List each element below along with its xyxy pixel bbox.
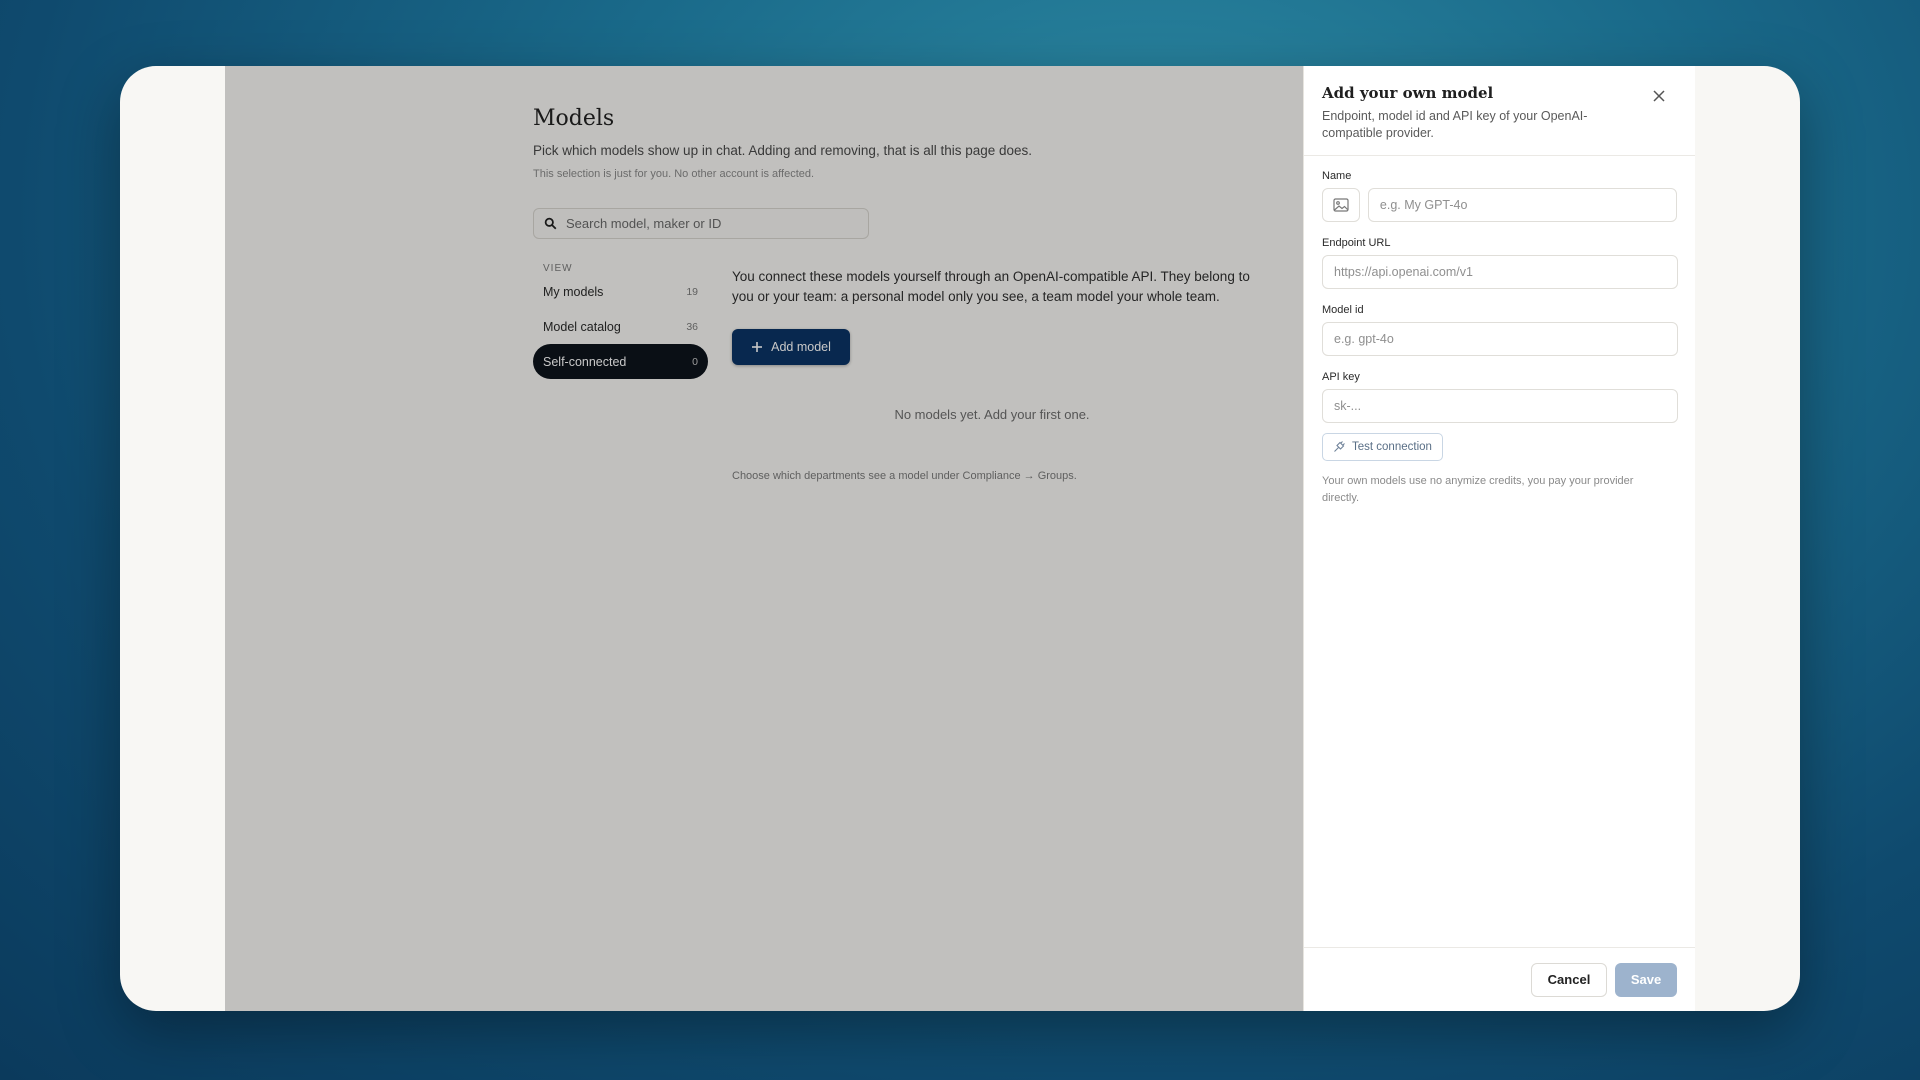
credit-note: Your own models use no anymize credits, …: [1322, 475, 1634, 504]
panel-title: Add your own model: [1322, 84, 1494, 102]
models-body: VIEW My models 19 Model catalog 36 Self-…: [533, 259, 1253, 482]
panel-subtitle: Endpoint, model id and API key of your O…: [1322, 109, 1588, 140]
image-upload-button[interactable]: [1322, 188, 1360, 222]
name-row: [1322, 188, 1677, 222]
sidebar-item-label: Model catalog: [543, 319, 621, 334]
add-model-panel: Add your own model Endpoint, model id an…: [1303, 66, 1695, 1011]
model-id-label: Model id: [1322, 304, 1364, 316]
endpoint-label: Endpoint URL: [1322, 237, 1391, 249]
add-model-label: Add model: [771, 340, 831, 354]
search-icon: [544, 217, 557, 230]
empty-state-text: No models yet. Add your first one.: [894, 407, 1090, 422]
panel-footer: Cancel Save: [1304, 947, 1695, 1011]
sidebar-item-count: 19: [686, 285, 698, 298]
sidebar-item-self-connected[interactable]: Self-connected 0: [533, 344, 708, 379]
sidebar-item-count: 0: [692, 355, 698, 368]
panel-header: Add your own model Endpoint, model id an…: [1304, 66, 1695, 156]
name-label: Name: [1322, 170, 1352, 182]
self-connected-content: You connect these models yourself throug…: [732, 259, 1252, 482]
api-key-label: API key: [1322, 371, 1360, 383]
test-connection-button[interactable]: Test connection: [1322, 433, 1443, 461]
page-subtitle: Pick which models show up in chat. Addin…: [533, 143, 1033, 158]
sidebar-item-model-catalog[interactable]: Model catalog 36: [533, 309, 708, 344]
search-input[interactable]: [566, 216, 856, 231]
content-description: You connect these models yourself throug…: [732, 269, 1250, 304]
add-model-form: Name Endpoint URL Model id API key Te: [1304, 170, 1695, 507]
name-input[interactable]: [1367, 188, 1677, 222]
close-icon[interactable]: [1651, 88, 1667, 104]
page-content: Models Pick which models show up in chat…: [533, 106, 1253, 482]
model-id-input[interactable]: [1322, 322, 1678, 356]
endpoint-url-input[interactable]: [1322, 255, 1678, 289]
sidebar-item-my-models[interactable]: My models 19: [533, 274, 708, 309]
image-icon: [1333, 198, 1349, 212]
page-note: This selection is just for you. No other…: [533, 168, 815, 180]
view-label: VIEW: [543, 263, 573, 274]
page-title: Models: [533, 106, 615, 131]
cancel-button[interactable]: Cancel: [1531, 962, 1607, 997]
add-model-button[interactable]: Add model: [732, 329, 850, 365]
test-connection-label: Test connection: [1352, 441, 1432, 453]
plus-icon: [752, 342, 763, 352]
sidebar-item-label: My models: [543, 284, 604, 299]
view-sidebar: VIEW My models 19 Model catalog 36 Self-…: [533, 259, 708, 482]
app-window: Models Pick which models show up in chat…: [120, 66, 1800, 1011]
sidebar-item-count: 36: [686, 320, 698, 333]
api-key-input[interactable]: [1322, 389, 1678, 423]
search-box[interactable]: [533, 208, 869, 239]
save-button[interactable]: Save: [1615, 962, 1677, 997]
sidebar-item-label: Self-connected: [543, 354, 627, 369]
groups-note: Choose which departments see a model und…: [732, 470, 1077, 482]
plug-icon: [1334, 441, 1345, 452]
